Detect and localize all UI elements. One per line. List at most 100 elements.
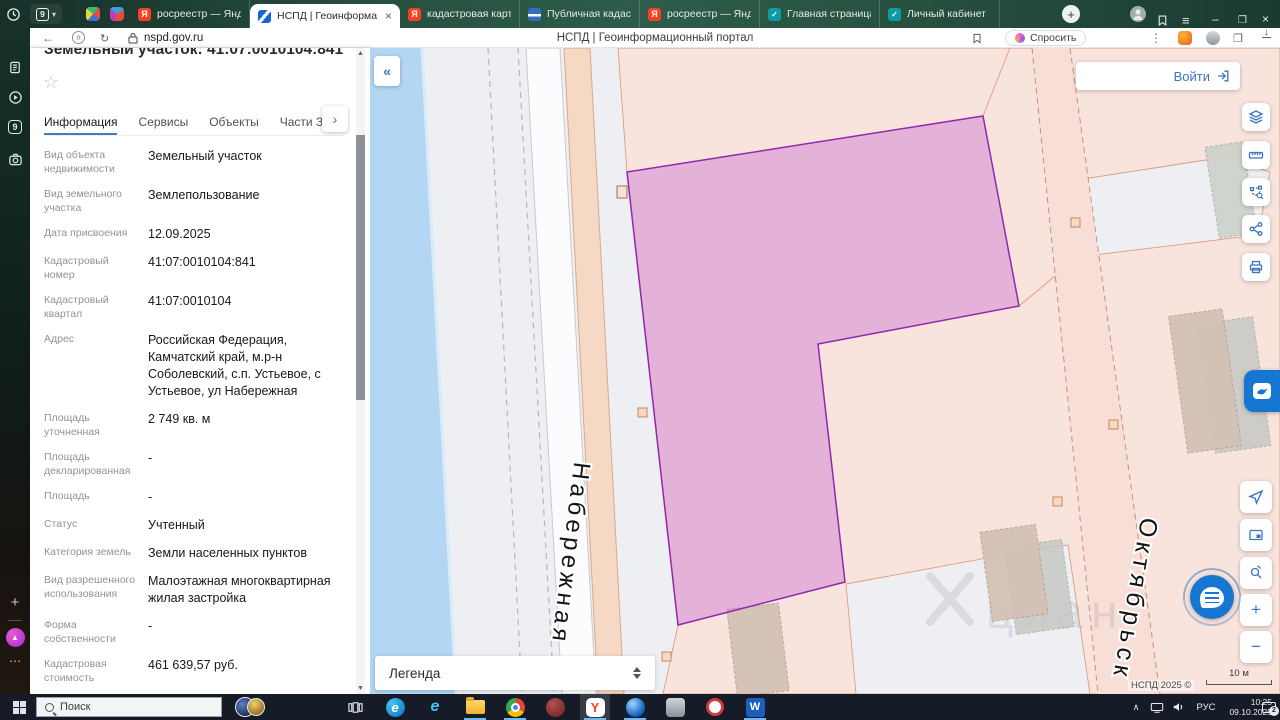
search-input[interactable]: Поиск <box>36 697 222 717</box>
downloads-button[interactable]: ↓ <box>1262 27 1271 48</box>
field-value: 461 639,57 руб. <box>148 658 238 672</box>
pinned-tab-icon[interactable] <box>86 7 100 21</box>
browser-tab[interactable]: ✓ Личный кабинет <box>880 0 1000 28</box>
field-label: Площадь уточненная <box>44 412 100 438</box>
collapse-panel-button[interactable]: « <box>374 56 400 86</box>
layers-button[interactable] <box>1242 103 1270 131</box>
assistant-chat-button[interactable] <box>1244 370 1280 412</box>
map-canvas[interactable]: циан Набережная <box>370 48 1280 694</box>
history-icon[interactable] <box>6 0 21 28</box>
panel-tab[interactable]: Сервисы <box>138 110 188 135</box>
alice-assistant-icon[interactable]: ▲ <box>0 628 30 647</box>
news-widget-button[interactable] <box>230 694 270 720</box>
login-label: Войти <box>1173 68 1210 84</box>
back-button[interactable]: ← <box>42 28 54 48</box>
favorite-star-icon[interactable]: ☆ <box>43 72 59 93</box>
reload-button[interactable]: ↻ <box>100 28 109 48</box>
add-panel-icon[interactable]: + <box>0 594 30 611</box>
field-label: Площадь <box>44 490 90 502</box>
support-chat-button[interactable] <box>1190 575 1234 619</box>
tab-counter-button[interactable]: 9 ▾ <box>30 4 63 24</box>
scroll-down-arrow[interactable]: ▼ <box>356 685 365 692</box>
tray-expand-button[interactable]: ∧ <box>1128 694 1144 720</box>
page-menu-button[interactable]: ⋮ <box>1150 28 1162 48</box>
geolocation-button[interactable] <box>1240 481 1272 513</box>
tab-close-button[interactable]: × <box>385 9 392 23</box>
field-value: 41:07:0010104 <box>148 294 232 308</box>
panel-tab[interactable]: Информация <box>44 110 118 135</box>
url-text[interactable]: nspd.gov.ru <box>144 28 203 48</box>
folder-icon <box>465 697 485 714</box>
taskbar-app-gray[interactable] <box>660 694 690 720</box>
panel-scrollbar-thumb[interactable] <box>356 135 365 400</box>
minimap-button[interactable] <box>1240 519 1272 551</box>
panel-tab[interactable]: Объекты <box>209 110 259 135</box>
network-icon[interactable] <box>1148 694 1166 720</box>
ask-ai-button[interactable]: Спросить <box>1005 30 1087 46</box>
language-indicator[interactable]: РУС <box>1192 694 1220 720</box>
field-row: Вид объекта недвижимости Земельный участо… <box>44 148 344 176</box>
field-value: Российская Федерация, Камчатский край, м… <box>148 333 321 398</box>
profile-avatar[interactable] <box>1130 6 1146 22</box>
taskbar-app-edge[interactable]: e <box>380 694 410 720</box>
field-row: Форма собственности - <box>44 618 344 646</box>
panel-tabs: ИнформацияСервисыОбъектыЧасти ЗУСостаГ <box>44 110 344 136</box>
task-view-button[interactable] <box>342 694 368 720</box>
browser-tab[interactable]: НСПД | Геоинформаци × <box>250 4 400 28</box>
taskbar-app-word[interactable]: W <box>740 694 770 720</box>
nspd-favicon-icon <box>258 9 271 23</box>
taskbar-app-ring[interactable] <box>700 694 730 720</box>
browser-tab[interactable]: Яросреестр — Яндекс: на <box>640 0 760 28</box>
field-row: Площадь - <box>44 489 344 506</box>
taskbar-app-explorer[interactable] <box>460 694 490 720</box>
select-area-button[interactable] <box>1242 178 1270 206</box>
chat-bubble-icon <box>1200 586 1224 608</box>
taskbar-app-browser2[interactable] <box>540 694 570 720</box>
field-label: Площадь декларированная <box>44 451 131 477</box>
browser-circle-icon[interactable]: я <box>72 31 85 44</box>
browser-tab[interactable]: Яросреестр — Яндекс: на <box>130 0 250 28</box>
tabs-copy-icon[interactable]: ❐ <box>1233 28 1243 48</box>
print-button[interactable] <box>1242 253 1270 281</box>
windows-logo-icon <box>12 700 26 714</box>
address-bar: ← я ↻ nspd.gov.ru НСПД | Геоинформационн… <box>30 27 1280 48</box>
measure-button[interactable] <box>1242 141 1270 169</box>
browser-tab[interactable]: Публичная кадастровая <box>520 0 640 28</box>
start-button[interactable] <box>6 694 32 720</box>
more-options-icon[interactable]: ⋯ <box>0 654 30 668</box>
location-arrow-icon <box>1248 489 1264 505</box>
browser-tabbar: 9 ▾ Яросреестр — Яндекс: наНСПД | Геоинф… <box>0 0 1280 28</box>
notes-icon[interactable] <box>0 60 30 75</box>
login-button[interactable]: Войти <box>1076 62 1240 90</box>
bookmark-icon[interactable] <box>971 28 983 48</box>
search-location-icon <box>1250 565 1262 579</box>
browser-tab[interactable]: Якадастровая карта — Ян <box>400 0 520 28</box>
pinned-tab-icon[interactable] <box>110 7 124 21</box>
search-location-button[interactable] <box>1240 557 1272 589</box>
scale-line <box>1206 680 1272 685</box>
tabs-scroll-right-button[interactable]: › <box>322 106 348 132</box>
chrome-icon <box>505 697 525 717</box>
extension-icon[interactable] <box>1206 31 1220 45</box>
new-tab-button[interactable]: + <box>1062 5 1080 23</box>
action-center-button[interactable]: 2 <box>1258 694 1280 720</box>
app-icon <box>706 698 724 716</box>
taskbar-app-ie[interactable]: e <box>420 694 450 720</box>
zoom-in-button[interactable]: + <box>1240 594 1272 626</box>
tabs-panel-icon[interactable]: 9 <box>0 120 30 134</box>
taskbar-app-sphere[interactable] <box>620 694 650 720</box>
lock-icon[interactable] <box>128 28 138 48</box>
extension-icon[interactable] <box>1178 31 1192 45</box>
volume-icon[interactable] <box>1170 694 1188 720</box>
scroll-up-arrow[interactable]: ▲ <box>356 50 365 57</box>
yandex-favicon-icon: Я <box>648 7 661 21</box>
zoom-out-button[interactable]: − <box>1240 631 1272 663</box>
video-play-icon[interactable] <box>0 90 30 105</box>
browser-tab[interactable]: ✓ Главная страница <box>760 0 880 28</box>
ruler-icon <box>1248 151 1264 159</box>
taskbar-app-yandex-browser[interactable]: Y <box>580 694 610 720</box>
share-button[interactable] <box>1242 215 1270 243</box>
taskbar-app-chrome[interactable] <box>500 694 530 720</box>
screenshot-icon[interactable] <box>0 152 30 167</box>
legend-bar[interactable]: Легенда <box>375 656 655 690</box>
